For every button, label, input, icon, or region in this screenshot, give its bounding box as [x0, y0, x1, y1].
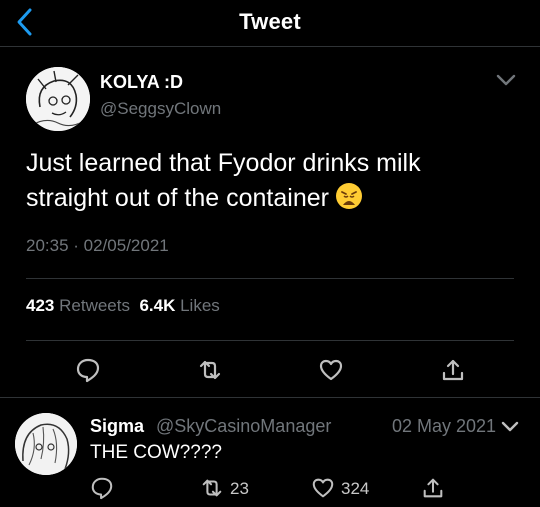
reply-like-count: 324 [341, 479, 370, 498]
likes-label[interactable]: Likes [180, 296, 220, 315]
weary-face-emoji-icon [335, 183, 362, 209]
reply-icon[interactable] [90, 476, 114, 500]
like-count[interactable]: 6.4K [139, 296, 175, 315]
reply-author-name[interactable]: Sigma [90, 416, 144, 437]
reply-author-avatar[interactable] [15, 413, 77, 475]
share-icon[interactable] [421, 476, 445, 500]
retweets-label[interactable]: Retweets [59, 296, 130, 315]
like-heart-icon[interactable] [318, 357, 344, 383]
reply-reply-button[interactable] [90, 476, 116, 502]
tweet-stats: 423 Retweets 6.4K Likes [26, 296, 220, 316]
reply-text: THE COW???? [90, 442, 222, 463]
retweet-count[interactable]: 423 [26, 296, 54, 315]
reply-retweet-button[interactable]: 23 [200, 476, 260, 502]
page-title: Tweet [239, 9, 301, 34]
reply-author-handle[interactable]: @SkyCasinoManager [156, 416, 331, 437]
tweet-action-bar [0, 357, 540, 385]
reply-like-button[interactable]: 324 [311, 476, 381, 502]
top-bar: Tweet [0, 0, 540, 47]
retweet-icon[interactable] [197, 357, 223, 383]
reply-date[interactable]: 02 May 2021 [392, 416, 496, 437]
retweet-icon[interactable] [200, 476, 224, 500]
like-heart-icon[interactable] [311, 476, 335, 500]
divider [26, 278, 514, 279]
reply-retweet-count: 23 [230, 479, 249, 498]
author-name[interactable]: KOLYA :D [100, 72, 183, 93]
tweet-text: Just learned that Fyodor drinks milk str… [26, 146, 496, 216]
divider [0, 397, 540, 398]
share-icon[interactable] [440, 357, 466, 383]
author-handle[interactable]: @SeggsyClown [100, 99, 221, 119]
chevron-down-icon[interactable] [495, 69, 517, 91]
reply-icon[interactable] [75, 357, 101, 383]
reply-share-button[interactable] [421, 476, 447, 502]
divider [26, 340, 514, 341]
author-avatar[interactable] [26, 67, 90, 131]
chevron-down-icon[interactable] [500, 417, 520, 437]
tweet-timestamp[interactable]: 20:35 · 02/05/2021 [26, 236, 169, 256]
